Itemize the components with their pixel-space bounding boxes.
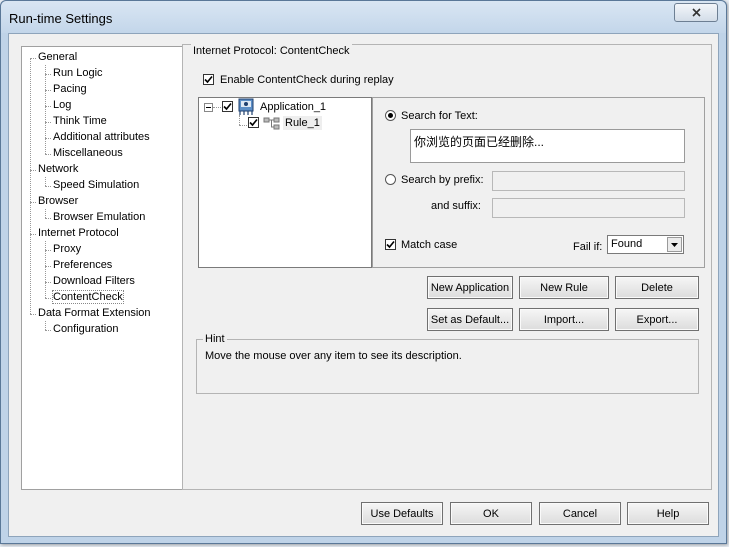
suffix-label: and suffix:: [431, 200, 481, 212]
fail-if-select[interactable]: Found: [607, 235, 684, 254]
fail-if-label: Fail if:: [573, 241, 603, 253]
nav-item-download-filters[interactable]: Download Filters: [53, 274, 135, 289]
cancel-button[interactable]: Cancel: [539, 502, 621, 525]
import-button[interactable]: Import...: [519, 308, 609, 331]
collapse-toggle[interactable]: [204, 103, 213, 112]
nav-item-label: Proxy: [53, 243, 82, 255]
application-checkbox[interactable]: [222, 101, 233, 112]
tree-connector: [45, 330, 51, 331]
new-rule-button[interactable]: New Rule: [519, 276, 609, 299]
nav-item-data-format-extension[interactable]: Data Format Extension: [38, 306, 151, 321]
hint-text: Move the mouse over any item to see its …: [205, 350, 462, 362]
nav-item-label: Run Logic: [53, 67, 103, 79]
tree-connector: [45, 209, 46, 218]
nav-item-label: Speed Simulation: [53, 179, 140, 191]
nav-item-preferences[interactable]: Preferences: [53, 258, 112, 273]
match-case-label[interactable]: Match case: [401, 238, 457, 252]
ok-button[interactable]: OK: [450, 502, 532, 525]
nav-item-browser[interactable]: Browser: [38, 194, 78, 209]
nav-item-miscellaneous[interactable]: Miscellaneous: [53, 146, 123, 161]
nav-item-label: Log: [53, 99, 72, 111]
nav-item-label: Think Time: [53, 115, 107, 127]
nav-item-network[interactable]: Network: [38, 162, 78, 177]
nav-item-label: Network: [38, 163, 79, 175]
nav-item-label: Data Format Extension: [38, 307, 151, 319]
checkmark-icon: [223, 102, 232, 111]
tree-connector: [45, 298, 51, 299]
search-text-value: 你浏览的页面已经删除...: [414, 135, 545, 149]
hint-title: Hint: [203, 333, 227, 346]
use-defaults-button[interactable]: Use Defaults: [361, 502, 443, 525]
rule-label[interactable]: Rule_1: [283, 116, 322, 130]
tree-connector: [45, 321, 46, 330]
nav-item-proxy[interactable]: Proxy: [53, 242, 81, 257]
settings-nav-tree[interactable]: General Run Logic Pacing Log Think Time Addit…: [21, 46, 183, 490]
nav-item-contentcheck[interactable]: ContentCheck: [52, 290, 124, 305]
search-text-input[interactable]: 你浏览的页面已经删除...: [410, 129, 685, 163]
help-button[interactable]: Help: [627, 502, 709, 525]
nav-item-label: Pacing: [53, 83, 87, 95]
nav-item-label: Configuration: [53, 323, 119, 335]
nav-item-log[interactable]: Log: [53, 98, 71, 113]
search-prefix-label[interactable]: Search by prefix:: [401, 173, 484, 187]
tree-connector: [45, 218, 51, 219]
nav-item-browser-emulation[interactable]: Browser Emulation: [53, 210, 145, 225]
close-icon: [691, 8, 701, 17]
enable-contentcheck-checkbox[interactable]: [203, 74, 214, 85]
nav-item-internet-protocol[interactable]: Internet Protocol: [38, 226, 119, 241]
tree-connector: [45, 154, 51, 155]
prefix-input[interactable]: [492, 171, 685, 191]
nav-item-label: Preferences: [53, 259, 113, 271]
nav-item-label: Download Filters: [53, 275, 135, 287]
window-title: Run-time Settings: [9, 11, 113, 26]
nav-item-run-logic[interactable]: Run Logic: [53, 66, 103, 81]
tree-connector: [45, 241, 46, 298]
nav-item-label: Browser Emulation: [53, 211, 146, 223]
hint-box: [196, 339, 699, 394]
nav-item-label: Additional attributes: [53, 131, 150, 143]
tree-connector: [45, 65, 46, 154]
panel-group-title: Internet Protocol: ContentCheck: [191, 44, 352, 58]
set-as-default-button[interactable]: Set as Default...: [427, 308, 513, 331]
search-text-label[interactable]: Search for Text:: [401, 109, 478, 123]
minus-icon: [206, 107, 211, 108]
fail-if-value: Found: [611, 238, 643, 250]
nav-item-label: Browser: [38, 195, 79, 207]
rules-tree[interactable]: Application_1 Rule_1: [198, 97, 372, 268]
nav-item-label: Miscellaneous: [53, 147, 123, 159]
title-bar[interactable]: Run-time Settings: [1, 1, 726, 33]
application-label[interactable]: Application_1: [260, 100, 326, 114]
rule-icon: [263, 117, 281, 130]
checkmark-icon: [249, 118, 258, 127]
match-case-checkbox[interactable]: [385, 239, 396, 250]
nav-item-pacing[interactable]: Pacing: [53, 82, 87, 97]
tree-connector: [30, 58, 31, 314]
dialog-client-area: General Run Logic Pacing Log Think Time Addit…: [8, 33, 719, 537]
application-icon: [237, 98, 257, 116]
tree-connector: [30, 314, 36, 315]
checkmark-icon: [204, 75, 213, 84]
checkmark-icon: [386, 240, 395, 249]
nav-item-label: Internet Protocol: [38, 227, 119, 239]
search-prefix-radio[interactable]: [385, 174, 396, 185]
nav-item-label: ContentCheck: [52, 290, 124, 304]
new-application-button[interactable]: New Application: [427, 276, 513, 299]
nav-item-label: General: [38, 51, 78, 63]
nav-item-additional-attributes[interactable]: Additional attributes: [53, 130, 150, 145]
rule-checkbox[interactable]: [248, 117, 259, 128]
search-text-radio[interactable]: [385, 110, 396, 121]
nav-item-think-time[interactable]: Think Time: [53, 114, 107, 129]
export-button[interactable]: Export...: [615, 308, 699, 331]
nav-item-general[interactable]: General: [38, 50, 77, 65]
run-time-settings-window: Run-time Settings General Run Logic Pacing…: [0, 0, 727, 544]
delete-button[interactable]: Delete: [615, 276, 699, 299]
tree-connector: [45, 177, 46, 186]
close-button[interactable]: [674, 3, 718, 22]
tree-connector: [45, 186, 51, 187]
enable-contentcheck-label[interactable]: Enable ContentCheck during replay: [220, 73, 394, 87]
nav-item-configuration[interactable]: Configuration: [53, 322, 118, 337]
chevron-down-icon[interactable]: [667, 237, 682, 252]
nav-item-speed-simulation[interactable]: Speed Simulation: [53, 178, 139, 193]
suffix-input[interactable]: [492, 198, 685, 218]
